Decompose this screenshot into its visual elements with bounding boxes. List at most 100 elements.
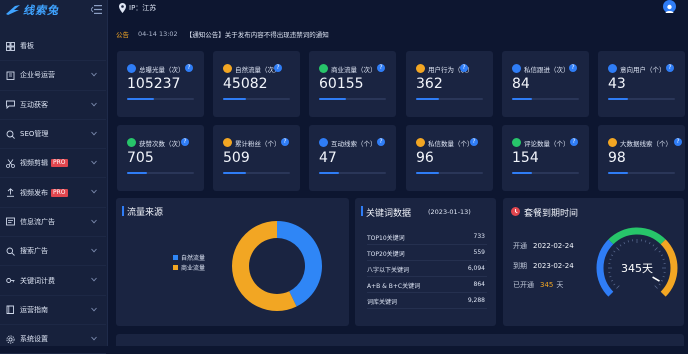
sidebar-item[interactable]: 信息流广告	[0, 208, 106, 237]
sidebar-item[interactable]: 运营指南	[0, 296, 106, 325]
logo[interactable]: 线索兔	[6, 3, 59, 17]
notice-label: 公告	[116, 29, 129, 39]
sidebar-item[interactable]: 互动获客	[0, 91, 106, 120]
legend-label-commercial: 商业流量	[181, 263, 205, 272]
stat-card[interactable]: 用户行为（次）?362	[406, 51, 493, 117]
stat-value: 84	[512, 76, 530, 92]
stat-value: 45082	[223, 76, 268, 92]
help-icon[interactable]: ?	[185, 64, 193, 72]
notice-text[interactable]: 【通知公告】关于发布内容不得出现违禁词的通知	[186, 29, 329, 39]
gauge-tick	[611, 255, 613, 256]
stat-card[interactable]: 累计粉丝（个）?509	[213, 125, 300, 191]
chevron-down-icon[interactable]	[91, 72, 97, 77]
help-icon[interactable]: ?	[274, 64, 282, 72]
open-date-label: 开通	[513, 242, 527, 250]
stat-value: 43	[608, 76, 626, 92]
stat-card[interactable]: 评论数量（个）?154	[502, 125, 589, 191]
gauge-tick	[616, 247, 619, 250]
legend-item-natural[interactable]: 自然流量	[173, 252, 205, 262]
sidebar-item[interactable]: 企业号运营	[0, 61, 106, 90]
stat-card[interactable]: 私信跟进（次）?84	[502, 51, 589, 117]
stat-icon	[608, 64, 617, 73]
stat-value: 705	[127, 150, 154, 166]
stat-card[interactable]: 自然流量（次）?45082	[213, 51, 300, 117]
stat-value: 105237	[127, 76, 180, 92]
gauge-tick	[661, 280, 663, 281]
keyword-row-value: 559	[474, 249, 485, 256]
help-icon[interactable]: ?	[281, 138, 289, 146]
stat-progress-bar	[416, 172, 483, 174]
chevron-down-icon[interactable]	[91, 248, 97, 253]
chevron-down-icon[interactable]	[91, 336, 97, 341]
pro-badge: PRO	[51, 189, 68, 197]
help-icon[interactable]: ?	[460, 64, 468, 72]
help-icon[interactable]: ?	[674, 138, 682, 146]
stat-card[interactable]: 商业流量（次）?60155	[309, 51, 396, 117]
days-opened-unit: 天	[556, 281, 563, 289]
help-icon[interactable]: ?	[181, 138, 189, 146]
gauge-tick	[609, 276, 611, 277]
chevron-down-icon[interactable]	[91, 277, 97, 282]
keyword-row[interactable]: 词库关键词9,288	[367, 297, 485, 306]
keyword-row-label: 八字以下关键词	[367, 267, 409, 274]
sidebar-item[interactable]: 搜索广告	[0, 237, 106, 266]
chevron-down-icon[interactable]	[91, 189, 97, 194]
stat-progress-fill	[416, 98, 439, 100]
sidebar-item[interactable]: 关键词计费	[0, 266, 106, 295]
keyword-row[interactable]: A+B & B+C关键词864	[367, 281, 485, 290]
stat-icon	[223, 138, 232, 147]
notice-bar[interactable]: 公告 04-14 13:02 【通知公告】关于发布内容不得出现违禁词的通知	[116, 29, 329, 39]
chevron-down-icon[interactable]	[91, 131, 97, 136]
package-expiry-title: 套餐到期时间	[524, 206, 578, 219]
stat-card[interactable]: 获赞次数（次）?705	[117, 125, 204, 191]
stat-card[interactable]: 意向用户（个）?43	[598, 51, 685, 117]
chevron-down-icon[interactable]	[91, 102, 97, 107]
sidebar-item[interactable]: 视频剪辑PRO	[0, 149, 106, 178]
chevron-down-icon[interactable]	[91, 307, 97, 312]
help-icon[interactable]: ?	[569, 64, 577, 72]
sidebar-item-label: 运营指南	[20, 305, 48, 315]
help-icon[interactable]: ?	[666, 64, 674, 72]
help-icon[interactable]: ?	[377, 138, 385, 146]
stat-icon	[319, 64, 328, 73]
key-icon	[6, 276, 15, 285]
sidebar-item-label: 看板	[20, 41, 34, 51]
sidebar-item[interactable]: 系统设置	[0, 325, 106, 354]
user-avatar[interactable]	[663, 0, 676, 13]
keyword-row-label: 词库关键词	[367, 299, 397, 306]
gauge-tick	[653, 245, 654, 247]
open-date-value: 2022-02-24	[533, 242, 574, 250]
stat-card[interactable]: 总曝光量（次）?105237	[117, 51, 204, 117]
sidebar-item[interactable]: 视频发布PRO	[0, 178, 106, 207]
keyword-row[interactable]: TOP20关键词559	[367, 249, 485, 258]
stat-value: 98	[608, 150, 626, 166]
chevron-down-icon[interactable]	[91, 160, 97, 165]
chevron-down-icon[interactable]	[91, 219, 97, 224]
keyword-row[interactable]: 八字以下关键词6,094	[367, 265, 485, 274]
keyword-data-panel: 关键词数据 (2023-01-13) TOP10关键词733TOP20关键词55…	[355, 198, 496, 326]
stat-progress-bar	[512, 172, 579, 174]
stat-title: 互动线索（个）	[331, 138, 377, 148]
stat-icon	[608, 138, 617, 147]
sidebar-item[interactable]: SEO管理	[0, 120, 106, 149]
sidebar-item[interactable]: 看板	[0, 32, 106, 61]
stat-progress-fill	[512, 98, 532, 100]
help-icon[interactable]: ?	[570, 138, 578, 146]
gauge-tick	[611, 280, 613, 281]
help-icon[interactable]: ?	[377, 64, 385, 72]
row-divider	[367, 244, 487, 245]
keyword-row[interactable]: TOP10关键词733	[367, 233, 485, 242]
stat-card[interactable]: 互动线索（个）?47	[309, 125, 396, 191]
days-opened-row: 已开通345天	[513, 280, 563, 290]
book-icon	[6, 305, 15, 314]
expire-date-label: 到期	[513, 262, 527, 270]
sidebar-item-label: 视频剪辑	[20, 158, 48, 168]
menu-collapse-icon[interactable]	[91, 5, 102, 14]
stat-progress-fill	[416, 172, 439, 174]
panel-title-bar	[361, 206, 363, 216]
stat-card[interactable]: 私信数量（个）?96	[406, 125, 493, 191]
legend-item-commercial[interactable]: 商业流量	[173, 262, 205, 272]
stat-card[interactable]: 大数据线索（个）?98	[598, 125, 685, 191]
help-icon[interactable]: ?	[470, 138, 478, 146]
topbar: IP：江苏	[108, 0, 688, 18]
